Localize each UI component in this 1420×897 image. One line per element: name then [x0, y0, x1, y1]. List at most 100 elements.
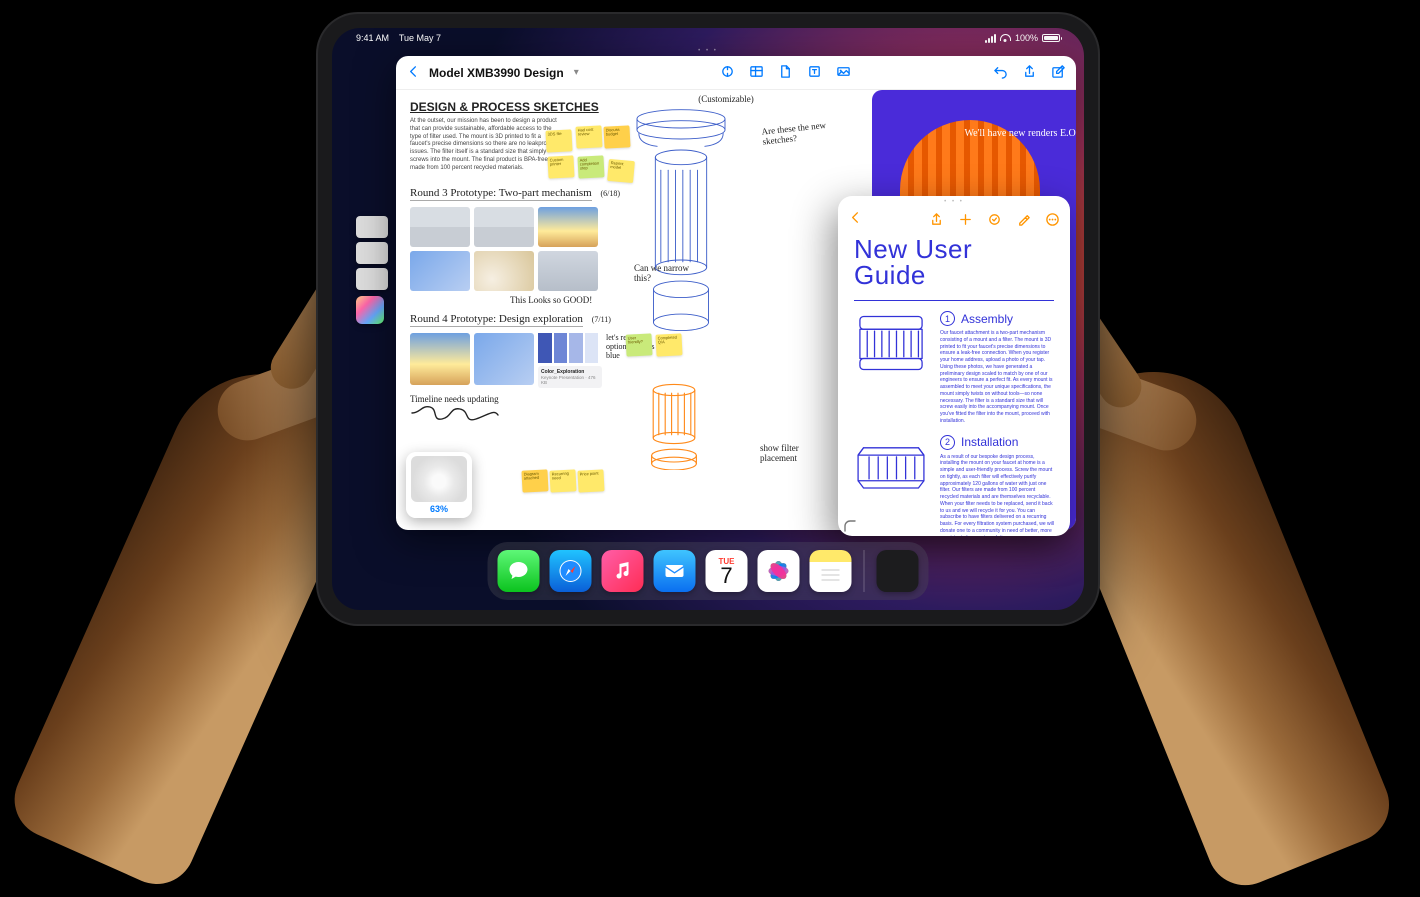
round4-title: Round 4 Prototype: Design exploration	[410, 313, 583, 327]
poster-handwriting: We'll have new renders E.O.D.	[965, 128, 1076, 139]
ask-new-sketches: Are these the new sketches?	[761, 120, 833, 147]
cellular-icon	[985, 34, 996, 43]
intro-paragraph: At the outset, our mission has been to d…	[410, 118, 560, 173]
ipad-screen: 9:41 AM Tue May 7 100% • • •	[332, 28, 1084, 610]
toolbar-center	[720, 64, 851, 82]
multitask-dots-icon[interactable]: • • •	[698, 48, 718, 54]
sticky-note[interactable]: Add completion step	[577, 155, 604, 178]
photo-thumb[interactable]	[474, 333, 534, 385]
status-bar: 9:41 AM Tue May 7 100%	[332, 28, 1084, 48]
assembly-body: Our faucet attachment is a two-part mech…	[940, 330, 1054, 425]
photos-app-icon[interactable]	[356, 296, 384, 324]
upload-progress-card[interactable]: 63%	[406, 452, 472, 518]
status-right: 100%	[985, 33, 1060, 43]
media-tool-icon[interactable]	[836, 64, 851, 82]
slideover-more-icon[interactable]	[1045, 212, 1060, 227]
installation-diagram	[854, 435, 928, 499]
slideover-grabber-icon[interactable]: • • •	[944, 199, 964, 205]
filter-placement-note: show filter placement	[760, 444, 820, 464]
assembly-diagram	[854, 311, 928, 375]
sticky-note[interactable]: User friendly?	[625, 333, 652, 356]
upload-thumbnail	[411, 456, 467, 502]
wifi-icon	[1000, 34, 1011, 42]
music-app-icon[interactable]	[602, 550, 644, 592]
dock-separator	[864, 550, 865, 592]
slideover-add-icon[interactable]	[958, 212, 973, 227]
photo-thumb[interactable]	[410, 251, 470, 291]
calendar-app-icon[interactable]: TUE 7	[706, 550, 748, 592]
document-title[interactable]: Model XMB3990 Design	[429, 66, 564, 80]
photo-thumb[interactable]	[474, 251, 534, 291]
mail-app-icon[interactable]	[654, 550, 696, 592]
recent-apps-icon[interactable]	[877, 550, 919, 592]
photo-thumb[interactable]	[410, 207, 470, 247]
sticky-note[interactable]: Had cost review	[575, 125, 602, 148]
sticky-note[interactable]: Custom printer	[547, 155, 574, 178]
slideover-body[interactable]: New User Guide	[838, 234, 1070, 536]
stage-thumb-1[interactable]	[356, 216, 388, 238]
stage-area: Model XMB3990 Design ▾	[356, 56, 1076, 530]
product-sketch	[626, 106, 736, 344]
file-meta: Keynote Presentation · 476 KB	[541, 375, 599, 385]
dock: TUE 7	[488, 542, 929, 600]
draw-tool-icon[interactable]	[720, 64, 735, 82]
notes-app-icon[interactable]	[810, 550, 852, 592]
installation-body: As a result of our bespoke design proces…	[940, 454, 1054, 537]
status-time: 9:41 AM	[356, 33, 389, 43]
color-swatches[interactable]	[538, 333, 598, 363]
round3-date: (6/18)	[600, 189, 620, 198]
slideover-title-line1: New User	[854, 236, 1054, 262]
toolbar-right	[993, 64, 1066, 82]
assembly-section: 1Assembly Our faucet attachment is a two…	[854, 311, 1054, 425]
sketch-column: (Customizable)	[626, 94, 826, 526]
slideover-toolbar	[838, 204, 1070, 234]
slideover-window: • • • New User Guide	[838, 196, 1070, 536]
calendar-day: 7	[720, 566, 732, 586]
status-date: Tue May 7	[399, 33, 441, 43]
messages-app-icon[interactable]	[498, 550, 540, 592]
sticky-note[interactable]: Diagram attached	[521, 469, 548, 492]
notes-toolbar: Model XMB3990 Design ▾	[396, 56, 1076, 90]
slideover-back-button[interactable]	[848, 210, 863, 228]
customizable-label: (Customizable)	[626, 94, 826, 104]
safari-app-icon[interactable]	[550, 550, 592, 592]
slideover-highlight-icon[interactable]	[1016, 212, 1031, 227]
grid-tool-icon[interactable]	[749, 64, 764, 82]
back-button[interactable]	[406, 64, 421, 82]
upload-percent: 63%	[430, 504, 448, 514]
file-tool-icon[interactable]	[778, 64, 793, 82]
photos-dock-icon[interactable]	[758, 550, 800, 592]
photo-thumb[interactable]	[538, 207, 598, 247]
slideover-title-line2: Guide	[854, 262, 1054, 288]
sticky-note[interactable]: Recurring need	[549, 469, 576, 492]
installation-section: 2Installation As a result of our bespoke…	[854, 435, 1054, 537]
undo-icon[interactable]	[993, 64, 1008, 82]
sticky-note[interactable]: Price point	[577, 469, 604, 492]
photo-thumb[interactable]	[538, 251, 598, 291]
chevron-down-icon[interactable]: ▾	[574, 67, 579, 78]
stage-thumb-3[interactable]	[356, 268, 388, 290]
text-tool-icon[interactable]	[807, 64, 822, 82]
assembly-heading: 1Assembly	[940, 311, 1054, 326]
round3-title: Round 3 Prototype: Two-part mechanism	[410, 187, 592, 201]
ipad-device: 9:41 AM Tue May 7 100% • • •	[318, 14, 1098, 624]
slideover-markup-icon[interactable]	[987, 212, 1002, 227]
scribble-icon	[410, 404, 500, 422]
photo-thumb[interactable]	[410, 333, 470, 385]
installation-heading: 2Installation	[940, 435, 1054, 450]
battery-icon	[1042, 34, 1060, 42]
stage-manager-strip[interactable]	[356, 216, 388, 324]
round4-date: (7/11)	[592, 315, 611, 324]
compose-icon[interactable]	[1051, 64, 1066, 82]
slideover-share-icon[interactable]	[929, 212, 944, 227]
sticky-note[interactable]: Completed Q/A	[655, 333, 682, 356]
resize-handle-icon[interactable]	[844, 520, 856, 532]
ask-narrow-this: Can we narrow this?	[634, 264, 689, 284]
share-icon[interactable]	[1022, 64, 1037, 82]
stage-thumb-2[interactable]	[356, 242, 388, 264]
photo-thumb[interactable]	[474, 207, 534, 247]
secondary-sketch	[646, 382, 702, 470]
sticky-note[interactable]: 3DS file	[545, 129, 572, 152]
battery-pct: 100%	[1015, 33, 1038, 43]
divider	[854, 300, 1054, 301]
